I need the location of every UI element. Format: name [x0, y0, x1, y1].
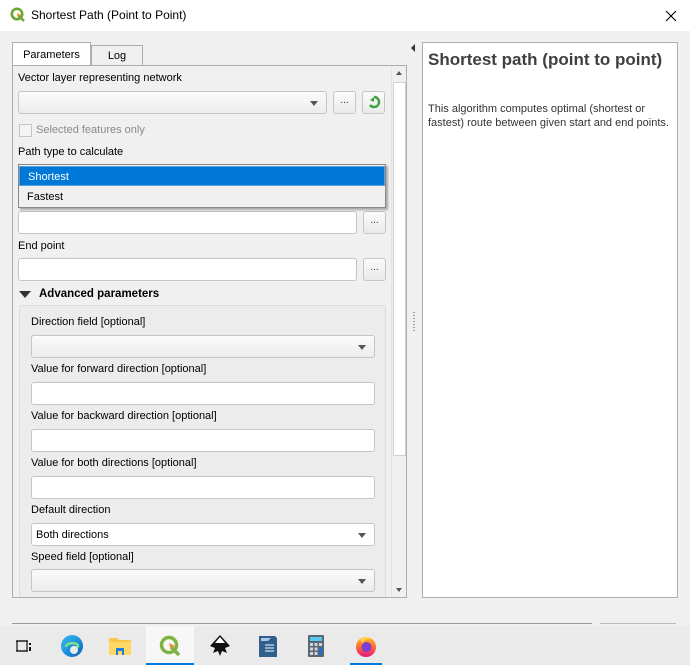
- splitter-grip-icon: [413, 312, 415, 332]
- direction-field-label: Direction field [optional]: [31, 316, 146, 328]
- default-direction-label: Default direction: [31, 504, 111, 516]
- panel-splitter[interactable]: [408, 42, 422, 598]
- end-point-browse-button[interactable]: ...: [363, 258, 386, 281]
- parameters-panel: Vector layer representing network ... Se…: [12, 65, 407, 598]
- taskbar-firefox[interactable]: [342, 626, 390, 665]
- scrollbar-thumb[interactable]: [393, 82, 406, 456]
- end-point-input[interactable]: [18, 258, 357, 281]
- backward-direction-input[interactable]: [31, 429, 375, 452]
- chevron-down-icon: [310, 101, 318, 106]
- inkscape-icon: [210, 634, 230, 656]
- iterate-button[interactable]: [362, 91, 385, 114]
- selected-features-label: Selected features only: [36, 124, 145, 136]
- tab-log[interactable]: Log: [91, 45, 143, 66]
- taskbar: [0, 626, 690, 665]
- folder-icon: [109, 637, 131, 655]
- tab-parameters[interactable]: Parameters: [12, 42, 91, 66]
- chevron-down-icon: [358, 579, 366, 584]
- network-layer-label: Vector layer representing network: [18, 72, 182, 84]
- direction-field-combo[interactable]: [31, 335, 375, 358]
- start-point-browse-button[interactable]: ...: [363, 211, 386, 234]
- path-type-dropdown-list: Shortest Fastest: [18, 164, 386, 208]
- scroll-up-button[interactable]: [392, 66, 406, 81]
- qgis-icon: [159, 635, 181, 656]
- dialog-window: Shortest Path (Point to Point) Log Param…: [0, 0, 690, 625]
- parameters-scroll-area: Vector layer representing network ... Se…: [13, 66, 391, 597]
- default-direction-combo[interactable]: Both directions: [31, 523, 375, 546]
- help-title: Shortest path (point to point): [428, 50, 663, 69]
- parameters-scrollbar[interactable]: [391, 66, 406, 597]
- writer-icon: [259, 635, 277, 657]
- start-point-input[interactable]: [18, 211, 357, 234]
- close-button[interactable]: [652, 0, 690, 31]
- chevron-down-icon: [358, 533, 366, 538]
- chevron-down-icon: [358, 345, 366, 350]
- qgis-icon: [10, 7, 25, 22]
- help-description: This algorithm computes optimal (shortes…: [428, 103, 669, 129]
- collapse-triangle-icon: [19, 290, 31, 298]
- taskbar-inkscape[interactable]: [196, 626, 244, 665]
- divider: [600, 623, 676, 624]
- taskbar-edge[interactable]: [48, 626, 96, 665]
- selected-features-checkbox[interactable]: [19, 124, 32, 137]
- taskbar-file-explorer[interactable]: [96, 626, 144, 665]
- iterate-icon: [368, 95, 380, 109]
- task-view-icon: [16, 639, 31, 652]
- advanced-parameters-toggle[interactable]: Advanced parameters: [19, 288, 159, 300]
- taskbar-task-view[interactable]: [0, 626, 48, 665]
- speed-field-label: Speed field [optional]: [31, 551, 134, 563]
- forward-direction-label: Value for forward direction [optional]: [31, 363, 207, 375]
- window-title: Shortest Path (Point to Point): [31, 8, 187, 22]
- edge-icon: [61, 634, 83, 657]
- backward-direction-label: Value for backward direction [optional]: [31, 410, 217, 422]
- network-layer-combo[interactable]: [18, 91, 327, 114]
- forward-direction-input[interactable]: [31, 382, 375, 405]
- both-directions-label: Value for both directions [optional]: [31, 457, 197, 469]
- speed-field-combo[interactable]: [31, 569, 375, 592]
- progress-bar: [12, 623, 592, 624]
- taskbar-libreoffice-writer[interactable]: [244, 626, 292, 665]
- advanced-parameters-group: Direction field [optional] Value for for…: [19, 305, 386, 597]
- path-type-label: Path type to calculate: [18, 146, 124, 158]
- both-directions-input[interactable]: [31, 476, 375, 499]
- help-panel: Shortest path (point to point) This algo…: [422, 42, 678, 598]
- advanced-parameters-label: Advanced parameters: [39, 288, 160, 300]
- firefox-icon: [356, 636, 376, 657]
- taskbar-calculator[interactable]: [292, 626, 340, 665]
- end-point-label: End point: [18, 240, 65, 252]
- scroll-down-button[interactable]: [392, 582, 406, 597]
- path-type-option-shortest[interactable]: Shortest: [19, 166, 385, 186]
- calculator-icon: [308, 634, 324, 657]
- default-direction-value: Both directions: [36, 529, 109, 541]
- network-browse-button[interactable]: ...: [333, 91, 356, 114]
- title-bar: Shortest Path (Point to Point): [0, 0, 690, 31]
- collapse-left-icon[interactable]: [411, 44, 415, 52]
- taskbar-qgis[interactable]: [146, 626, 194, 665]
- close-icon: [665, 10, 677, 21]
- path-type-option-fastest[interactable]: Fastest: [19, 187, 385, 207]
